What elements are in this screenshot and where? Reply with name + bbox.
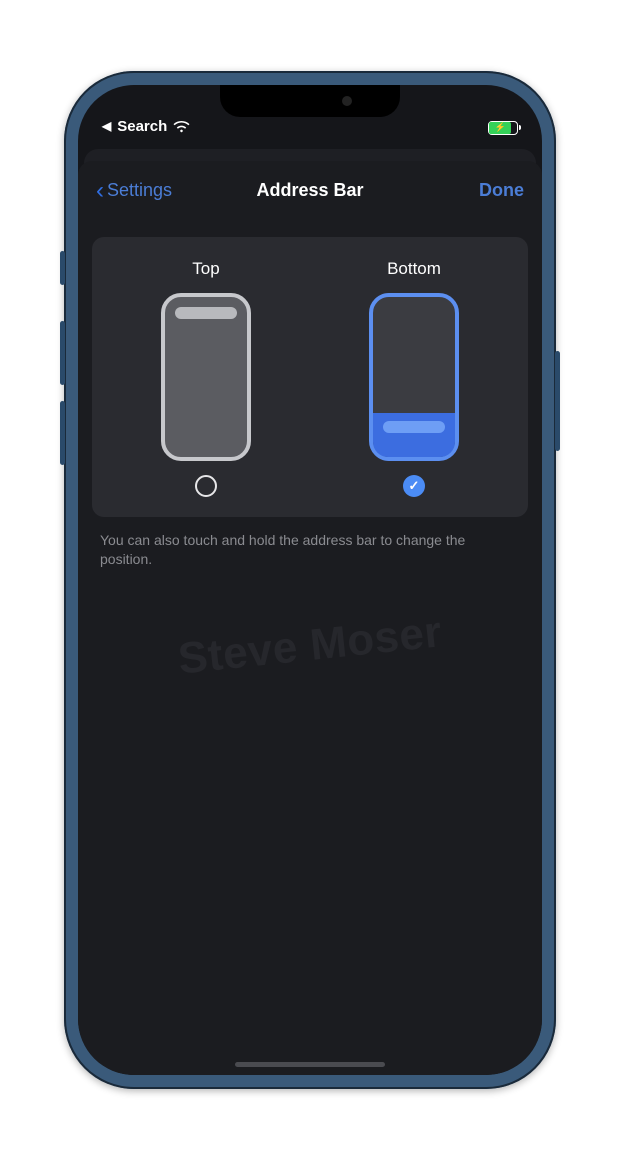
helper-text: You can also touch and hold the address … bbox=[78, 517, 542, 570]
watermark: Steve Moser bbox=[176, 607, 445, 684]
wifi-icon bbox=[173, 118, 190, 135]
option-bottom[interactable]: Bottom ✓ bbox=[369, 259, 459, 497]
phone-preview-top-icon bbox=[161, 293, 251, 461]
mute-switch bbox=[60, 251, 65, 285]
volume-up-button bbox=[60, 321, 65, 385]
notch bbox=[220, 85, 400, 117]
caret-left-icon: ◀ bbox=[102, 119, 111, 133]
option-top-label: Top bbox=[192, 259, 219, 279]
radio-unselected-icon bbox=[195, 475, 217, 497]
done-button[interactable]: Done bbox=[479, 180, 524, 201]
breadcrumb-label: Search bbox=[117, 118, 167, 135]
home-indicator[interactable] bbox=[235, 1062, 385, 1067]
option-bottom-label: Bottom bbox=[387, 259, 441, 279]
screen: ◀ Search 9:20 AM ⚡ ‹ Settings Address B bbox=[78, 85, 542, 1075]
chevron-left-icon: ‹ bbox=[96, 179, 104, 203]
back-button[interactable]: ‹ Settings bbox=[96, 179, 172, 203]
navigation-bar: ‹ Settings Address Bar Done bbox=[78, 173, 542, 221]
phone-preview-bottom-icon bbox=[369, 293, 459, 461]
settings-sheet: ‹ Settings Address Bar Done Top Bottom bbox=[78, 161, 542, 1075]
status-breadcrumb[interactable]: ◀ Search bbox=[102, 118, 190, 135]
checkmark-circle-icon: ✓ bbox=[403, 475, 425, 497]
status-battery: ⚡ bbox=[488, 121, 518, 135]
volume-down-button bbox=[60, 401, 65, 465]
page-title: Address Bar bbox=[256, 180, 363, 201]
power-button bbox=[555, 351, 560, 451]
address-bar-options: Top Bottom ✓ bbox=[92, 237, 528, 517]
option-top[interactable]: Top bbox=[161, 259, 251, 497]
battery-icon: ⚡ bbox=[488, 121, 518, 135]
charging-bolt-icon: ⚡ bbox=[495, 123, 506, 132]
iphone-frame: ◀ Search 9:20 AM ⚡ ‹ Settings Address B bbox=[64, 71, 556, 1089]
back-label: Settings bbox=[107, 180, 172, 201]
